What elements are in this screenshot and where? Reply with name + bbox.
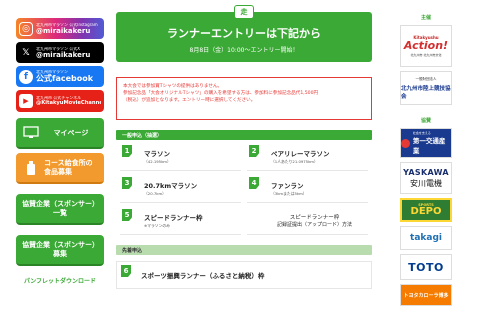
entry-sub: （20.7km）	[144, 190, 166, 196]
instagram-handle: @miraikakeru	[36, 26, 91, 35]
kitakyushu-action-logo[interactable]: Kitakyushu Action! 北九州市 北九州市文化	[400, 25, 452, 67]
yaskawa-en: YASKAWA	[403, 167, 449, 177]
instagram-icon: ◎	[19, 21, 33, 36]
speed-runner-upload-link[interactable]: スピードランナー枠 記録証提出（アップロード）方法	[247, 206, 368, 235]
race-logo-icon: 走	[234, 5, 254, 19]
sponsor-list-label-1: 協賛企業（スポンサー）	[22, 199, 99, 208]
action-bottom: 北九州市 北九州市文化	[410, 53, 442, 57]
sponsor-recruit-label-1: 協賛企業（スポンサー）	[22, 240, 99, 249]
entry-title: スポーツ振興ランナー（ふるさと納税）枠	[141, 272, 265, 280]
pamphlet-download-link[interactable]: パンフレットダウンロード	[16, 276, 104, 285]
takagi-logo[interactable]: takagi	[400, 226, 452, 250]
daiichi-name: 第一交通産業	[412, 137, 446, 155]
entry-number: 6	[121, 265, 131, 277]
entry-item-furusato[interactable]: 6 スポーツ振興ランナー（ふるさと納税）枠	[116, 261, 372, 289]
food-label-1: コース給食所の	[44, 158, 93, 167]
yaskawa-ja: 安川電機	[410, 178, 442, 188]
sponsor-column: 主催 Kitakyushu Action! 北九州市 北九州市文化 一般財団法人…	[396, 14, 456, 310]
sponsor-list-button[interactable]: 協賛企業（スポンサー） 一覧	[16, 194, 104, 225]
daiichi-kotsu-logo[interactable]: 社会を支える 第一交通産業	[400, 128, 452, 158]
notice-line-2: 参加記念品「大会オリジナルTシャツ」の購入を希望する方は、参加料に参加記念品代1…	[123, 91, 319, 97]
youtube-link[interactable]: ▶ 北九州市 公式チャンネル @KitakyuMovieChannel	[16, 90, 104, 112]
entry-hero-banner: 走 ランナーエントリーは下記から 8月8日（金）10:00〜エントリー開始！	[116, 5, 372, 62]
daiichi-mark-icon	[401, 138, 410, 148]
toto-logo[interactable]: TOTO	[400, 254, 452, 280]
toyota-corolla-logo[interactable]: トヨタカローラ博多	[400, 284, 452, 306]
sponsor-recruit-button[interactable]: 協賛企業（スポンサー） 募集	[16, 235, 104, 266]
depo-name: DEPO	[410, 206, 442, 217]
entry-number: 1	[122, 145, 132, 157]
entry-item-pair-relay[interactable]: 2 ペアリレーマラソン （1人あたり21.0975km）	[247, 142, 368, 171]
hero-title: ランナーエントリーは下記から	[167, 27, 321, 40]
x-icon: 𝕏	[22, 47, 30, 58]
entry-title: スピードランナー枠	[144, 213, 203, 222]
priority-entry-section: 先着申込 6 スポーツ振興ランナー（ふるさと納税）枠	[116, 245, 372, 289]
sponsor-label: 協賛	[420, 118, 431, 124]
instagram-sub: 北九州市マラソン 公式Instagram	[36, 22, 98, 27]
toyota-text: トヨタカローラ博多	[403, 292, 449, 299]
tshirt-notice: 本大会では参加賞Tシャツの提供はありません。 参加記念品「大会オリジナルTシャツ…	[116, 77, 372, 120]
notice-line-1: 本大会では参加賞Tシャツの提供はありません。	[123, 84, 223, 89]
entry-sub: （1人あたり21.0975km）	[271, 158, 318, 164]
main-content: 走 ランナーエントリーは下記から 8月8日（金）10:00〜エントリー開始！ 本…	[116, 5, 372, 289]
food-icon	[22, 160, 40, 176]
mypage-label: マイページ	[53, 128, 89, 137]
entry-number: 3	[122, 177, 132, 189]
entry-sub: （3kmまたは5km）	[271, 190, 307, 196]
entry-title: 20.7kmマラソン	[144, 181, 198, 190]
takagi-text: takagi	[410, 233, 442, 243]
left-sidebar: ◎ 北九州市マラソン 公式Instagram @miraikakeru 𝕏 北九…	[16, 18, 104, 285]
toto-text: TOTO	[408, 260, 444, 274]
sponsor-list-label-2: 一覧	[53, 208, 67, 217]
mypage-button[interactable]: マイページ	[16, 118, 104, 149]
notice-line-3: （税込）が追加となります。エントリー時に選択してください。	[123, 98, 256, 104]
entry-sub: （42.195km）	[144, 158, 171, 164]
entry-title: ファンラン	[271, 181, 304, 190]
food-label-2: 食品募集	[44, 167, 72, 176]
x-handle: @miraikakeru	[36, 50, 91, 59]
sponsor-recruit-label-2: 募集	[53, 249, 67, 258]
entry-number: 4	[249, 177, 259, 189]
entry-item-marathon[interactable]: 1 マラソン （42.195km）	[120, 142, 241, 171]
instagram-link[interactable]: ◎ 北九州市マラソン 公式Instagram @miraikakeru	[16, 18, 104, 39]
x-link[interactable]: 𝕏 北九州市マラソン 公式X @miraikakeru	[16, 42, 104, 63]
facebook-label: 公式facebook	[36, 74, 94, 83]
food-recruit-button[interactable]: コース給食所の 食品募集	[16, 153, 104, 184]
entry-item-funrun[interactable]: 4 ファンラン （3kmまたは5km）	[247, 174, 368, 203]
sports-depo-logo[interactable]: SPORTS DEPO	[400, 198, 452, 222]
entry-number: 5	[122, 209, 132, 221]
entry-title: ペアリレーマラソン	[271, 149, 330, 158]
entry-item-20km[interactable]: 3 20.7kmマラソン （20.7km）	[120, 174, 241, 203]
speed-method-line-2: 記録証提出（アップロード）方法	[276, 221, 352, 228]
assoc-line-1: 一般財団法人	[415, 76, 437, 81]
page: ◎ 北九州市マラソン 公式Instagram @miraikakeru 𝕏 北九…	[0, 0, 480, 320]
entry-title: マラソン	[144, 149, 170, 158]
entry-item-speed-runner[interactable]: 5 スピードランナー枠 ※マラソンのみ	[120, 206, 241, 235]
yaskawa-logo[interactable]: YASKAWA 安川電機	[400, 162, 452, 194]
general-entry-heading: 一般申込（抽選）	[116, 130, 372, 140]
facebook-link[interactable]: f 北九州市マラソン 公式facebook	[16, 66, 104, 87]
general-entry-section: 一般申込（抽選） 1 マラソン （42.195km） 2 ペアリレーマラソン （…	[116, 130, 372, 235]
monitor-icon	[22, 125, 40, 141]
assoc-line-2: 北九州市陸上競技協会	[401, 85, 451, 100]
youtube-handle: @KitakyuMovieChannel	[36, 99, 101, 106]
priority-entry-heading: 先着申込	[116, 245, 372, 255]
organizer-label: 主催	[420, 15, 431, 21]
facebook-icon: f	[19, 69, 33, 84]
x-sub: 北九州市マラソン 公式X	[36, 46, 81, 51]
hero-date: 8月8日（金）10:00〜エントリー開始！	[189, 47, 299, 54]
action-name: Action!	[403, 39, 449, 52]
youtube-icon: ▶	[19, 94, 33, 108]
athletics-association-logo[interactable]: 一般財団法人 北九州市陸上競技協会	[400, 71, 452, 105]
speed-method-line-1: スピードランナー枠	[289, 214, 340, 221]
entry-number: 2	[249, 145, 259, 157]
entry-sub: ※マラソンのみ	[144, 222, 170, 228]
